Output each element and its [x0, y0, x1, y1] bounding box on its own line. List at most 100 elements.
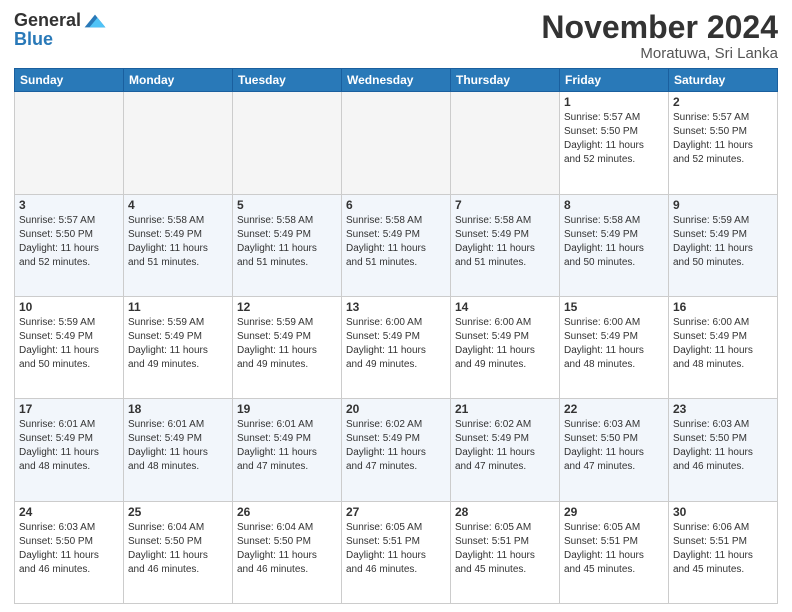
calendar-cell: 22Sunrise: 6:03 AMSunset: 5:50 PMDayligh… — [560, 399, 669, 501]
day-number: 16 — [673, 300, 773, 314]
calendar-cell: 27 Sunrise: 6:05 AMSunset: 5:51 PMDayligh… — [342, 501, 451, 603]
day-number: 4 — [128, 198, 228, 212]
calendar-cell: 29 Sunrise: 6:05 AMSunset: 5:51 PMDayligh… — [560, 501, 669, 603]
calendar-cell: 25Sunrise: 6:04 AMSunset: 5:50 PMDayligh… — [124, 501, 233, 603]
calendar-cell: 23Sunrise: 6:03 AMSunset: 5:50 PMDayligh… — [669, 399, 778, 501]
weekday-header-friday: Friday — [560, 69, 669, 92]
day-info: Sunrise: 6:02 AMSunset: 5:49 PMDaylight:… — [346, 418, 446, 474]
calendar-cell: 14Sunrise: 6:00 AMSunset: 5:49 PMDayligh… — [451, 296, 560, 398]
day-info: Sunrise: 6:00 AMSunset: 5:49 PMDaylight:… — [346, 316, 446, 372]
calendar-cell — [124, 92, 233, 194]
day-number: 21 — [455, 402, 555, 416]
logo-text: General — [14, 10, 107, 31]
calendar-cell: 10 Sunrise: 5:59 AMSunset: 5:49 PMDayligh… — [15, 296, 124, 398]
day-info: Sunrise: 5:57 AMSunset: 5:50 PMDaylight:… — [19, 214, 119, 270]
day-info: Sunrise: 6:01 AMSunset: 5:49 PMDaylight:… — [128, 418, 228, 474]
day-info: Sunrise: 5:58 AMSunset: 5:49 PMDaylight:… — [128, 214, 228, 270]
calendar-table: SundayMondayTuesdayWednesdayThursdayFrid… — [14, 68, 778, 604]
calendar-cell: 26 Sunrise: 6:04 AMSunset: 5:50 PMDayligh… — [233, 501, 342, 603]
day-number: 7 — [455, 198, 555, 212]
day-number: 29 — [564, 505, 664, 519]
day-number: 27 — [346, 505, 446, 519]
day-number: 10 — [19, 300, 119, 314]
weekday-header-thursday: Thursday — [451, 69, 560, 92]
calendar-cell: 17 Sunrise: 6:01 AMSunset: 5:49 PMDayligh… — [15, 399, 124, 501]
day-info: Sunrise: 6:03 AMSunset: 5:50 PMDaylight:… — [19, 521, 119, 577]
calendar-cell: 28 Sunrise: 6:05 AMSunset: 5:51 PMDayligh… — [451, 501, 560, 603]
day-info: Sunrise: 5:57 AMSunset: 5:50 PMDaylight:… — [673, 111, 773, 167]
calendar-cell — [233, 92, 342, 194]
calendar-cell: 11Sunrise: 5:59 AMSunset: 5:49 PMDayligh… — [124, 296, 233, 398]
day-info: Sunrise: 6:01 AMSunset: 5:49 PMDaylight:… — [237, 418, 337, 474]
calendar-cell: 6 Sunrise: 5:58 AMSunset: 5:49 PMDaylight… — [342, 194, 451, 296]
day-number: 2 — [673, 95, 773, 109]
calendar-cell: 16 Sunrise: 6:00 AMSunset: 5:49 PMDayligh… — [669, 296, 778, 398]
day-info: Sunrise: 6:05 AMSunset: 5:51 PMDaylight:… — [346, 521, 446, 577]
day-info: Sunrise: 6:04 AMSunset: 5:50 PMDaylight:… — [237, 521, 337, 577]
day-number: 1 — [564, 95, 664, 109]
day-info: Sunrise: 6:02 AMSunset: 5:49 PMDaylight:… — [455, 418, 555, 474]
day-info: Sunrise: 5:57 AMSunset: 5:50 PMDaylight:… — [564, 111, 664, 167]
day-info: Sunrise: 5:58 AMSunset: 5:49 PMDaylight:… — [237, 214, 337, 270]
day-number: 18 — [128, 402, 228, 416]
day-info: Sunrise: 5:58 AMSunset: 5:49 PMDaylight:… — [346, 214, 446, 270]
calendar-cell: 18 Sunrise: 6:01 AMSunset: 5:49 PMDayligh… — [124, 399, 233, 501]
calendar-cell: 8 Sunrise: 5:58 AMSunset: 5:49 PMDaylight… — [560, 194, 669, 296]
weekday-header-saturday: Saturday — [669, 69, 778, 92]
page-container: General Blue November 2024 Moratuwa, Sri… — [0, 0, 792, 612]
day-number: 9 — [673, 198, 773, 212]
calendar-cell: 1 Sunrise: 5:57 AMSunset: 5:50 PMDaylight… — [560, 92, 669, 194]
calendar-cell: 15 Sunrise: 6:00 AMSunset: 5:49 PMDayligh… — [560, 296, 669, 398]
calendar-cell — [451, 92, 560, 194]
calendar-cell: 20Sunrise: 6:02 AMSunset: 5:49 PMDayligh… — [342, 399, 451, 501]
day-info: Sunrise: 6:06 AMSunset: 5:51 PMDaylight:… — [673, 521, 773, 577]
day-info: Sunrise: 6:00 AMSunset: 5:49 PMDaylight:… — [564, 316, 664, 372]
day-info: Sunrise: 5:58 AMSunset: 5:49 PMDaylight:… — [564, 214, 664, 270]
day-info: Sunrise: 5:59 AMSunset: 5:49 PMDaylight:… — [673, 214, 773, 270]
day-info: Sunrise: 5:59 AMSunset: 5:49 PMDaylight:… — [237, 316, 337, 372]
day-number: 19 — [237, 402, 337, 416]
calendar-cell: 7Sunrise: 5:58 AMSunset: 5:49 PMDaylight… — [451, 194, 560, 296]
day-number: 28 — [455, 505, 555, 519]
day-number: 17 — [19, 402, 119, 416]
day-number: 6 — [346, 198, 446, 212]
calendar-cell: 30Sunrise: 6:06 AMSunset: 5:51 PMDayligh… — [669, 501, 778, 603]
calendar-cell: 3Sunrise: 5:57 AMSunset: 5:50 PMDaylight… — [15, 194, 124, 296]
calendar-cell: 4 Sunrise: 5:58 AMSunset: 5:49 PMDaylight… — [124, 194, 233, 296]
weekday-header-sunday: Sunday — [15, 69, 124, 92]
logo-icon — [83, 11, 107, 31]
day-number: 15 — [564, 300, 664, 314]
day-number: 13 — [346, 300, 446, 314]
header: General Blue November 2024 Moratuwa, Sri… — [14, 10, 778, 62]
calendar-cell — [342, 92, 451, 194]
calendar-cell: 13 Sunrise: 6:00 AMSunset: 5:49 PMDayligh… — [342, 296, 451, 398]
day-info: Sunrise: 6:05 AMSunset: 5:51 PMDaylight:… — [564, 521, 664, 577]
day-number: 26 — [237, 505, 337, 519]
month-title: November 2024 — [541, 10, 778, 45]
logo-blue-text: Blue — [14, 29, 53, 49]
calendar-cell: 9 Sunrise: 5:59 AMSunset: 5:49 PMDaylight… — [669, 194, 778, 296]
location: Moratuwa, Sri Lanka — [541, 45, 778, 62]
day-number: 12 — [237, 300, 337, 314]
day-info: Sunrise: 6:04 AMSunset: 5:50 PMDaylight:… — [128, 521, 228, 577]
calendar-cell: 2 Sunrise: 5:57 AMSunset: 5:50 PMDaylight… — [669, 92, 778, 194]
logo-general: General — [14, 10, 81, 31]
calendar-cell: 24 Sunrise: 6:03 AMSunset: 5:50 PMDayligh… — [15, 501, 124, 603]
calendar-cell: 21 Sunrise: 6:02 AMSunset: 5:49 PMDayligh… — [451, 399, 560, 501]
weekday-header-tuesday: Tuesday — [233, 69, 342, 92]
calendar-cell — [15, 92, 124, 194]
day-info: Sunrise: 6:03 AMSunset: 5:50 PMDaylight:… — [564, 418, 664, 474]
day-number: 23 — [673, 402, 773, 416]
day-number: 11 — [128, 300, 228, 314]
day-info: Sunrise: 6:01 AMSunset: 5:49 PMDaylight:… — [19, 418, 119, 474]
day-info: Sunrise: 6:00 AMSunset: 5:49 PMDaylight:… — [673, 316, 773, 372]
calendar-cell: 12 Sunrise: 5:59 AMSunset: 5:49 PMDayligh… — [233, 296, 342, 398]
day-info: Sunrise: 6:00 AMSunset: 5:49 PMDaylight:… — [455, 316, 555, 372]
day-number: 5 — [237, 198, 337, 212]
day-info: Sunrise: 5:59 AMSunset: 5:49 PMDaylight:… — [19, 316, 119, 372]
day-number: 8 — [564, 198, 664, 212]
weekday-header-wednesday: Wednesday — [342, 69, 451, 92]
day-info: Sunrise: 6:05 AMSunset: 5:51 PMDaylight:… — [455, 521, 555, 577]
calendar-cell: 5 Sunrise: 5:58 AMSunset: 5:49 PMDaylight… — [233, 194, 342, 296]
day-number: 24 — [19, 505, 119, 519]
